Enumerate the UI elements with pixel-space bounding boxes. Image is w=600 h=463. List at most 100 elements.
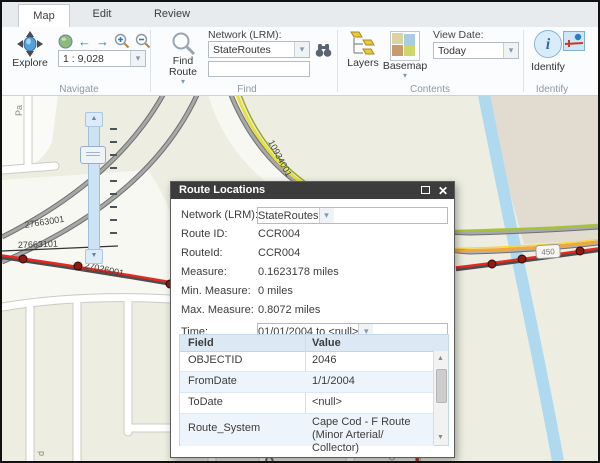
binoculars-icon[interactable] (315, 43, 332, 58)
explore-button[interactable]: Explore (8, 30, 52, 69)
route-shield: 450 (535, 244, 561, 259)
previous-extent-icon[interactable]: ← (78, 34, 91, 49)
zoom-out-icon[interactable] (135, 33, 151, 49)
network-lrm-label: Network (LRM): (208, 29, 282, 41)
street-name-label: d (36, 451, 46, 456)
chevron-down-icon: ▾ (180, 77, 185, 86)
chevron-down-icon[interactable]: ▾ (130, 51, 145, 66)
cell-value: 1/1/2004 (312, 375, 355, 387)
dialog-title: Route Locations (179, 184, 266, 196)
slider-tick (110, 219, 117, 221)
slider-tick (110, 128, 117, 130)
slider-tick (110, 154, 117, 156)
chevron-down-icon[interactable]: ▾ (318, 208, 334, 223)
ribbon-tab-bar: Map Edit Review (2, 2, 598, 29)
network-lrm-value: StateRoutes (213, 43, 271, 56)
view-date-combo[interactable]: Today ▾ (433, 42, 519, 59)
table-row[interactable]: FromDate 1/1/2004 (180, 372, 434, 393)
app-window: Map Edit Review Explore ← → 1: 9,028 ▾ … (0, 0, 600, 463)
identify-button[interactable]: i Identify (529, 30, 567, 73)
basemap-button[interactable]: Basemap ▾ (383, 31, 427, 80)
street-name-label: Pa (14, 105, 24, 116)
find-route-button[interactable]: Find Route ▾ (162, 31, 204, 86)
identify-route-icon (564, 33, 584, 47)
close-icon[interactable]: ✕ (438, 183, 448, 200)
cell-value: <null> (312, 396, 342, 408)
map-scale-combo[interactable]: 1 : 9,028 ▾ (58, 50, 146, 67)
cell-field: OBJECTID (188, 354, 243, 366)
value-column-header: Value (312, 337, 341, 349)
group-label-navigate: Navigate (59, 84, 99, 95)
slider-tick (110, 193, 117, 195)
maximize-icon[interactable] (421, 186, 430, 194)
network-lrm-combo[interactable]: StateRoutes ▾ (208, 41, 310, 58)
scroll-down-icon[interactable]: ▼ (434, 431, 447, 444)
slider-tick (110, 232, 117, 234)
slider-down-icon[interactable]: ▼ (85, 249, 103, 264)
identify-route-locations-tool[interactable] (563, 31, 585, 51)
min-measure-value: 0 miles (258, 285, 293, 297)
route-id-value: CCR004 (258, 228, 301, 240)
group-label-identify: Identify (535, 84, 569, 95)
dlg-network-label: Network (LRM): (181, 209, 259, 221)
full-extent-globe-icon[interactable] (58, 34, 73, 49)
layers-button[interactable]: Layers (344, 31, 382, 69)
tab-review[interactable]: Review (144, 2, 200, 27)
attributes-table: Field Value OBJECTID 2046 FromDate 1/1/2… (179, 334, 449, 454)
dialog-title-bar[interactable]: Route Locations ✕ (171, 182, 454, 199)
routeid-label: RouteId: (181, 247, 223, 259)
basemap-icon (390, 31, 420, 61)
measure-label: Measure: (181, 266, 227, 278)
slider-tick (110, 180, 117, 182)
svg-text:450: 450 (541, 247, 555, 257)
table-header: Field Value (180, 335, 448, 352)
map-zoom-slider[interactable] (88, 116, 100, 264)
table-row[interactable]: Route_System Cape Cod - F Route (Minor A… (180, 414, 434, 454)
view-date-label: View Date: (433, 29, 484, 41)
cell-field: FromDate (188, 375, 237, 387)
table-row[interactable]: ToDate <null> (180, 393, 434, 414)
view-date-value: Today (438, 44, 467, 57)
min-measure-label: Min. Measure: (181, 285, 251, 297)
cell-value: Cape Cod - F Route (Minor Arterial/ Coll… (312, 416, 411, 454)
scrollbar-thumb[interactable] (436, 369, 447, 403)
ribbon: Explore ← → 1 : 9,028 ▾ Navigate Find Ro… (2, 27, 598, 96)
tab-map[interactable]: Map (18, 4, 70, 29)
route-input[interactable] (208, 61, 310, 77)
cell-field: Route_System (188, 422, 261, 434)
chevron-down-icon[interactable]: ▾ (503, 43, 518, 58)
group-label-find: Find (237, 84, 257, 95)
chevron-down-icon[interactable]: ▾ (294, 42, 309, 57)
identify-icon: i (534, 30, 562, 58)
group-separator (337, 30, 338, 92)
slider-tick (110, 141, 117, 143)
zoom-in-icon[interactable] (114, 33, 130, 49)
slider-thumb[interactable] (80, 146, 106, 164)
cell-field: ToDate (188, 396, 223, 408)
chevron-down-icon: ▾ (402, 71, 407, 80)
max-measure-label: Max. Measure: (181, 304, 254, 316)
max-measure-value: 0.8072 miles (258, 304, 321, 316)
slider-tick (110, 167, 117, 169)
layers-icon (350, 31, 375, 55)
slider-up-icon[interactable]: ▲ (85, 112, 103, 127)
route-locations-dialog: Route Locations ✕ Network (LRM): StateRo… (170, 181, 455, 458)
dlg-network-combo[interactable]: StateRoutes ▾ (257, 207, 448, 224)
explore-icon (17, 31, 43, 57)
table-scrollbar[interactable]: ▲ ▼ (433, 351, 448, 445)
identify-label: Identify (531, 61, 565, 73)
field-column-header: Field (188, 337, 214, 349)
map-scale-value: 1 : 9,028 (63, 52, 104, 65)
tab-edit[interactable]: Edit (78, 2, 126, 27)
scroll-up-icon[interactable]: ▲ (434, 352, 447, 365)
routeid-value: CCR004 (258, 247, 301, 259)
next-extent-icon[interactable]: → (96, 34, 109, 49)
explore-label: Explore (12, 57, 48, 69)
layers-label: Layers (347, 57, 379, 69)
group-separator (523, 30, 524, 92)
dlg-network-value: StateRoutes (258, 209, 319, 222)
cell-value: 2046 (312, 354, 337, 366)
table-row[interactable]: OBJECTID 2046 (180, 351, 434, 372)
measure-value: 0.1623178 miles (258, 266, 339, 278)
slider-tick (110, 206, 117, 208)
